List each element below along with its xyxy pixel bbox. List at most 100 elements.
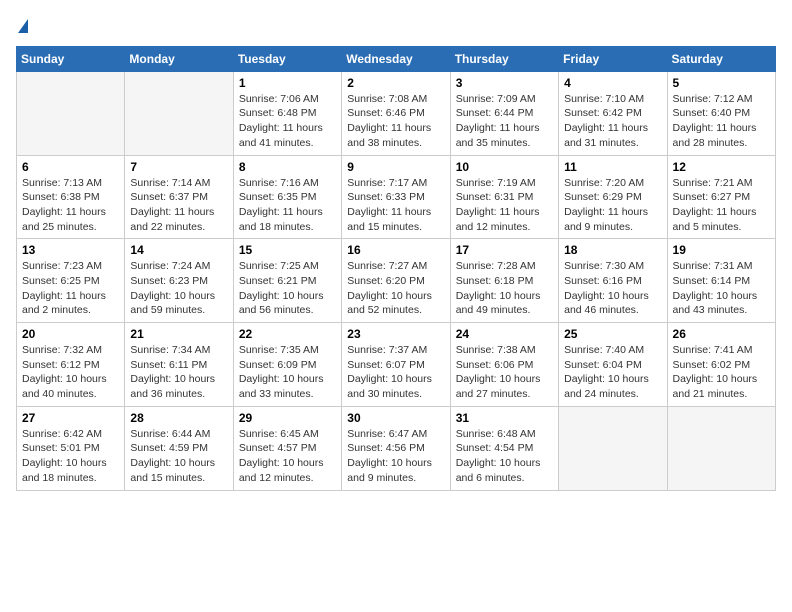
table-row (125, 71, 233, 155)
day-info: Sunrise: 7:12 AMSunset: 6:40 PMDaylight:… (673, 92, 770, 151)
day-number: 21 (130, 327, 227, 341)
col-tuesday: Tuesday (233, 46, 341, 71)
day-info: Sunrise: 7:27 AMSunset: 6:20 PMDaylight:… (347, 259, 444, 318)
col-monday: Monday (125, 46, 233, 71)
table-row: 22 Sunrise: 7:35 AMSunset: 6:09 PMDayligh… (233, 323, 341, 407)
table-row: 23 Sunrise: 7:37 AMSunset: 6:07 PMDayligh… (342, 323, 450, 407)
table-row: 27Sunrise: 6:42 AMSunset: 5:01 PMDayligh… (17, 406, 125, 490)
day-info: Sunrise: 6:44 AMSunset: 4:59 PMDaylight:… (130, 427, 227, 486)
logo (16, 16, 28, 36)
table-row (667, 406, 775, 490)
table-row: 25 Sunrise: 7:40 AMSunset: 6:04 PMDayligh… (559, 323, 667, 407)
day-number: 31 (456, 411, 553, 425)
table-row: 6 Sunrise: 7:13 AMSunset: 6:38 PMDaylight… (17, 155, 125, 239)
day-info: Sunrise: 7:32 AMSunset: 6:12 PMDaylight:… (22, 343, 119, 402)
table-row: 4 Sunrise: 7:10 AMSunset: 6:42 PMDaylight… (559, 71, 667, 155)
day-number: 14 (130, 243, 227, 257)
day-number: 6 (22, 160, 119, 174)
day-number: 25 (564, 327, 661, 341)
day-number: 2 (347, 76, 444, 90)
col-sunday: Sunday (17, 46, 125, 71)
col-saturday: Saturday (667, 46, 775, 71)
day-info: Sunrise: 7:41 AMSunset: 6:02 PMDaylight:… (673, 343, 770, 402)
day-info: Sunrise: 7:34 AMSunset: 6:11 PMDaylight:… (130, 343, 227, 402)
col-friday: Friday (559, 46, 667, 71)
day-info: Sunrise: 7:28 AMSunset: 6:18 PMDaylight:… (456, 259, 553, 318)
day-info: Sunrise: 7:13 AMSunset: 6:38 PMDaylight:… (22, 176, 119, 235)
day-info: Sunrise: 7:21 AMSunset: 6:27 PMDaylight:… (673, 176, 770, 235)
day-info: Sunrise: 7:38 AMSunset: 6:06 PMDaylight:… (456, 343, 553, 402)
day-number: 27 (22, 411, 119, 425)
table-row (17, 71, 125, 155)
table-row (559, 406, 667, 490)
calendar-week-row: 13Sunrise: 7:23 AMSunset: 6:25 PMDayligh… (17, 239, 776, 323)
day-info: Sunrise: 7:10 AMSunset: 6:42 PMDaylight:… (564, 92, 661, 151)
table-row: 24 Sunrise: 7:38 AMSunset: 6:06 PMDayligh… (450, 323, 558, 407)
calendar-week-row: 6 Sunrise: 7:13 AMSunset: 6:38 PMDaylight… (17, 155, 776, 239)
day-number: 29 (239, 411, 336, 425)
table-row: 19 Sunrise: 7:31 AMSunset: 6:14 PMDayligh… (667, 239, 775, 323)
table-row: 31 Sunrise: 6:48 AMSunset: 4:54 PMDayligh… (450, 406, 558, 490)
table-row: 7 Sunrise: 7:14 AMSunset: 6:37 PMDaylight… (125, 155, 233, 239)
day-info: Sunrise: 6:45 AMSunset: 4:57 PMDaylight:… (239, 427, 336, 486)
calendar-header-row: Sunday Monday Tuesday Wednesday Thursday… (17, 46, 776, 71)
day-number: 24 (456, 327, 553, 341)
col-wednesday: Wednesday (342, 46, 450, 71)
day-number: 30 (347, 411, 444, 425)
day-number: 4 (564, 76, 661, 90)
day-number: 20 (22, 327, 119, 341)
day-info: Sunrise: 7:40 AMSunset: 6:04 PMDaylight:… (564, 343, 661, 402)
day-number: 11 (564, 160, 661, 174)
calendar-week-row: 1Sunrise: 7:06 AMSunset: 6:48 PMDaylight… (17, 71, 776, 155)
day-info: Sunrise: 7:17 AMSunset: 6:33 PMDaylight:… (347, 176, 444, 235)
day-info: Sunrise: 7:16 AMSunset: 6:35 PMDaylight:… (239, 176, 336, 235)
calendar-table: Sunday Monday Tuesday Wednesday Thursday… (16, 46, 776, 491)
day-info: Sunrise: 7:14 AMSunset: 6:37 PMDaylight:… (130, 176, 227, 235)
day-info: Sunrise: 7:35 AMSunset: 6:09 PMDaylight:… (239, 343, 336, 402)
day-number: 19 (673, 243, 770, 257)
table-row: 15 Sunrise: 7:25 AMSunset: 6:21 PMDayligh… (233, 239, 341, 323)
logo-triangle-icon (18, 19, 28, 33)
table-row: 29 Sunrise: 6:45 AMSunset: 4:57 PMDayligh… (233, 406, 341, 490)
day-info: Sunrise: 6:48 AMSunset: 4:54 PMDaylight:… (456, 427, 553, 486)
table-row: 8 Sunrise: 7:16 AMSunset: 6:35 PMDaylight… (233, 155, 341, 239)
table-row: 2 Sunrise: 7:08 AMSunset: 6:46 PMDaylight… (342, 71, 450, 155)
day-info: Sunrise: 7:37 AMSunset: 6:07 PMDaylight:… (347, 343, 444, 402)
day-info: Sunrise: 7:31 AMSunset: 6:14 PMDaylight:… (673, 259, 770, 318)
table-row: 3Sunrise: 7:09 AMSunset: 6:44 PMDaylight… (450, 71, 558, 155)
calendar-week-row: 27Sunrise: 6:42 AMSunset: 5:01 PMDayligh… (17, 406, 776, 490)
day-number: 9 (347, 160, 444, 174)
day-number: 16 (347, 243, 444, 257)
day-info: Sunrise: 7:09 AMSunset: 6:44 PMDaylight:… (456, 92, 553, 151)
day-number: 26 (673, 327, 770, 341)
day-number: 22 (239, 327, 336, 341)
table-row: 30Sunrise: 6:47 AMSunset: 4:56 PMDayligh… (342, 406, 450, 490)
day-number: 13 (22, 243, 119, 257)
day-info: Sunrise: 7:24 AMSunset: 6:23 PMDaylight:… (130, 259, 227, 318)
day-info: Sunrise: 7:08 AMSunset: 6:46 PMDaylight:… (347, 92, 444, 151)
table-row: 12Sunrise: 7:21 AMSunset: 6:27 PMDayligh… (667, 155, 775, 239)
day-number: 18 (564, 243, 661, 257)
day-number: 28 (130, 411, 227, 425)
table-row: 9 Sunrise: 7:17 AMSunset: 6:33 PMDaylight… (342, 155, 450, 239)
table-row: 20 Sunrise: 7:32 AMSunset: 6:12 PMDayligh… (17, 323, 125, 407)
table-row: 28 Sunrise: 6:44 AMSunset: 4:59 PMDayligh… (125, 406, 233, 490)
day-number: 5 (673, 76, 770, 90)
page-header (16, 16, 776, 36)
table-row: 17 Sunrise: 7:28 AMSunset: 6:18 PMDayligh… (450, 239, 558, 323)
day-info: Sunrise: 7:06 AMSunset: 6:48 PMDaylight:… (239, 92, 336, 151)
day-number: 15 (239, 243, 336, 257)
table-row: 13Sunrise: 7:23 AMSunset: 6:25 PMDayligh… (17, 239, 125, 323)
table-row: 18 Sunrise: 7:30 AMSunset: 6:16 PMDayligh… (559, 239, 667, 323)
day-info: Sunrise: 7:30 AMSunset: 6:16 PMDaylight:… (564, 259, 661, 318)
day-number: 10 (456, 160, 553, 174)
day-number: 8 (239, 160, 336, 174)
table-row: 26 Sunrise: 7:41 AMSunset: 6:02 PMDayligh… (667, 323, 775, 407)
day-number: 7 (130, 160, 227, 174)
day-number: 23 (347, 327, 444, 341)
table-row: 1Sunrise: 7:06 AMSunset: 6:48 PMDaylight… (233, 71, 341, 155)
col-thursday: Thursday (450, 46, 558, 71)
table-row: 14 Sunrise: 7:24 AMSunset: 6:23 PMDayligh… (125, 239, 233, 323)
day-info: Sunrise: 7:25 AMSunset: 6:21 PMDaylight:… (239, 259, 336, 318)
day-number: 17 (456, 243, 553, 257)
